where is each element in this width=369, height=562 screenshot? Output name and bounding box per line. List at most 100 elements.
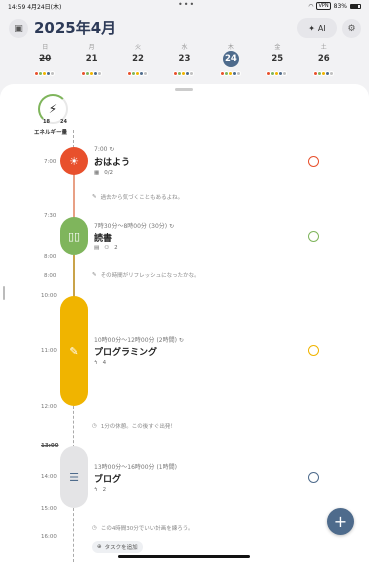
event-dot xyxy=(235,71,241,76)
event-title[interactable]: ブログ xyxy=(94,472,121,485)
time-label: 7:30 xyxy=(44,213,57,219)
event-dots xyxy=(266,71,288,76)
status-bar: 14:59 4月24日(木) ••• ◠ VPN 83% xyxy=(0,0,369,12)
side-handle[interactable] xyxy=(3,286,5,300)
current-time-label: 13:00 xyxy=(41,443,59,449)
day-number: 20 xyxy=(39,54,52,64)
repeat-icon: ↻ xyxy=(178,337,184,344)
day-number: 23 xyxy=(178,54,191,64)
event-time: 10時00分〜12時00分 (2時間) ↻ xyxy=(94,337,184,344)
event-dot xyxy=(189,71,195,76)
day-24[interactable]: 木 24 xyxy=(208,42,254,82)
inbox-icon[interactable]: ▣ xyxy=(9,19,28,38)
event-note: ✎ 過去から気づくこともあるよね。 xyxy=(92,194,184,201)
weekday-label: 金 xyxy=(274,44,281,51)
repeat-icon: ↻ xyxy=(169,223,175,230)
event-title[interactable]: プログラミング xyxy=(94,345,157,358)
memo-icon: ✎ xyxy=(92,194,97,200)
wifi-icon: ◠ xyxy=(308,2,314,10)
day-number: 26 xyxy=(317,54,330,64)
event-dots xyxy=(312,71,334,76)
event-time: 13時00分〜16時00分 (1時間) xyxy=(94,464,177,471)
memo-icon: ✎ xyxy=(92,272,97,278)
time-label: 10:00 xyxy=(41,293,57,299)
timeline-rail xyxy=(73,130,74,148)
complete-toggle[interactable] xyxy=(308,472,319,483)
complete-toggle[interactable] xyxy=(308,231,319,242)
event-dot xyxy=(50,71,56,76)
subtask-count: 0/2 xyxy=(104,170,114,176)
ai-button[interactable]: ✦ AI xyxy=(297,18,337,38)
week-strip: 日 20 月 21 火 22 水 23 木 24 金 25 土 26 xyxy=(22,42,347,82)
event-dot xyxy=(143,71,149,76)
event-dot xyxy=(328,71,334,76)
event-bead-ohayou[interactable]: ☀ xyxy=(60,147,88,175)
battery-icon xyxy=(350,3,361,9)
event-title[interactable]: おはよう xyxy=(94,155,130,168)
day-20[interactable]: 日 20 xyxy=(22,42,68,82)
battery-percent: 83% xyxy=(333,2,347,10)
day-22[interactable]: 火 22 xyxy=(115,42,161,82)
event-bead-blog[interactable]: ☰ xyxy=(60,446,88,508)
status-time: 14:59 4月24日(木) xyxy=(8,4,62,11)
event-dots xyxy=(80,71,102,76)
complete-toggle[interactable] xyxy=(308,345,319,356)
sunrise-icon: ☀ xyxy=(69,154,79,168)
energy-label: エネルギー量 xyxy=(34,130,68,136)
time-label: 7:00 xyxy=(44,159,57,165)
event-note: ◷ 1分の休憩。この後すぐ出発！ xyxy=(92,423,176,430)
time-label: 12:00 xyxy=(41,404,57,410)
day-number: 22 xyxy=(132,54,144,64)
event-dots xyxy=(127,71,149,76)
free-time-note: ◷ この4時間30分でいい計画を練ろう。 xyxy=(92,525,194,532)
multitask-dots[interactable]: ••• xyxy=(178,0,195,9)
subtask-count: 2 xyxy=(114,245,118,251)
time-label: 14:00 xyxy=(41,474,57,480)
day-26[interactable]: 土 26 xyxy=(301,42,347,82)
event-dots xyxy=(219,71,241,76)
sheet-grabber[interactable] xyxy=(175,88,193,91)
timeline-rail xyxy=(72,174,75,218)
event-note: ✎ その時間がリフレッシュになったかな。 xyxy=(92,272,200,279)
pencil-icon: ✎ xyxy=(69,344,79,358)
day-25[interactable]: 金 25 xyxy=(254,42,300,82)
event-dot xyxy=(282,71,288,76)
subtask-count: 2 xyxy=(102,487,107,493)
lightning-icon: ⚡ xyxy=(48,102,58,116)
add-event-fab[interactable]: + xyxy=(327,508,354,535)
calendar-icon: ▤ xyxy=(94,245,100,251)
day-21[interactable]: 月 21 xyxy=(68,42,114,82)
event-dots xyxy=(34,71,56,76)
subtask-count: 4 xyxy=(102,360,107,366)
day-number: 25 xyxy=(271,54,284,64)
day-number: 21 xyxy=(85,54,98,64)
page-title: 2025年4月 xyxy=(34,19,117,37)
lightning-icon: ϟ xyxy=(94,487,98,493)
day-23[interactable]: 水 23 xyxy=(161,42,207,82)
lightning-icon: ϟ xyxy=(94,360,98,366)
weekday-label: 月 xyxy=(88,44,95,51)
energy-value-right: 24 xyxy=(60,119,67,125)
weekday-label: 木 xyxy=(227,44,234,51)
complete-toggle[interactable] xyxy=(308,156,319,167)
event-time: 7時30分〜8時00分 (30分) ↻ xyxy=(94,223,175,230)
energy-value-left: 18 xyxy=(43,119,50,125)
people-icon: ⚇ xyxy=(104,245,110,251)
time-label: 8:00 xyxy=(44,254,57,260)
time-label: 15:00 xyxy=(41,506,57,512)
event-bead-reading[interactable]: ▯▯ xyxy=(60,217,88,255)
event-bead-programming[interactable]: ✎ xyxy=(60,296,88,406)
event-title[interactable]: 読書 xyxy=(94,231,112,244)
plus-circle-icon: ⊕ xyxy=(97,544,102,550)
time-label: 16:00 xyxy=(41,534,57,540)
checklist-icon: ▦ xyxy=(94,170,100,176)
add-task-button[interactable]: ⊕ タスクを追加 xyxy=(92,541,143,553)
clock-icon: ◷ xyxy=(92,525,97,531)
time-label: 8:00 xyxy=(44,273,57,279)
weekday-label: 水 xyxy=(181,44,188,51)
home-indicator[interactable] xyxy=(118,555,250,558)
settings-gear-icon[interactable]: ⚙ xyxy=(342,19,361,38)
event-dot xyxy=(96,71,102,76)
clock-icon: ◷ xyxy=(92,423,97,429)
day-number: 24 xyxy=(222,51,239,67)
